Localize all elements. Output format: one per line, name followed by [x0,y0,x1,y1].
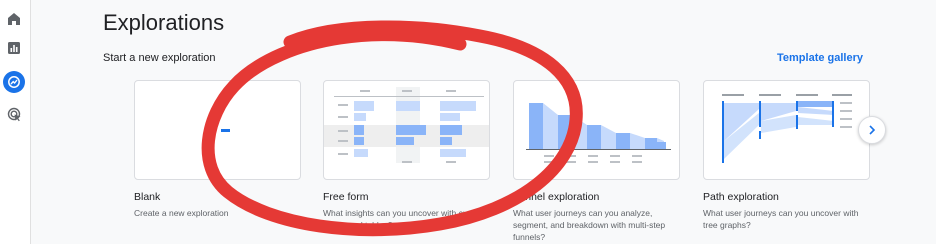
card-desc-funnel-exploration: What user journeys can you analyze, segm… [513,208,666,242]
card-blank[interactable] [134,80,301,180]
carousel-next-button[interactable] [858,116,886,144]
card-title-free-form: Free form [323,191,369,203]
nav-reports-button[interactable] [3,37,25,59]
blank-preview [221,129,230,132]
free-form-preview [324,87,489,163]
card-path-exploration[interactable] [703,80,870,180]
card-desc-path-exploration: What user journeys can you uncover with … [703,208,859,230]
blank-cursor-mark [221,129,230,132]
section-label: Start a new exploration [103,52,216,64]
card-free-form[interactable] [323,80,490,180]
home-icon [8,13,20,25]
page-title: Explorations [103,10,225,35]
nav-explore-button[interactable] [3,71,25,93]
nav-home-button[interactable] [3,8,25,30]
explore-icon [8,76,20,88]
card-desc-blank: Create a new exploration [134,208,229,218]
card-title-blank: Blank [134,191,161,203]
card-title-funnel-exploration: Funnel exploration [513,191,600,203]
left-nav-rail [0,0,31,244]
chevron-right-icon [869,125,876,135]
card-funnel-exploration[interactable] [513,80,680,180]
nav-advertising-button[interactable] [3,103,25,125]
bar-chart-icon [8,42,20,54]
funnel-preview [526,103,671,163]
card-title-path-exploration: Path exploration [703,191,779,203]
card-desc-free-form: What insights can you uncover with custo… [323,208,486,230]
template-gallery-link[interactable]: Template gallery [777,52,863,64]
target-cursor-icon [7,107,20,121]
path-preview [722,94,852,163]
